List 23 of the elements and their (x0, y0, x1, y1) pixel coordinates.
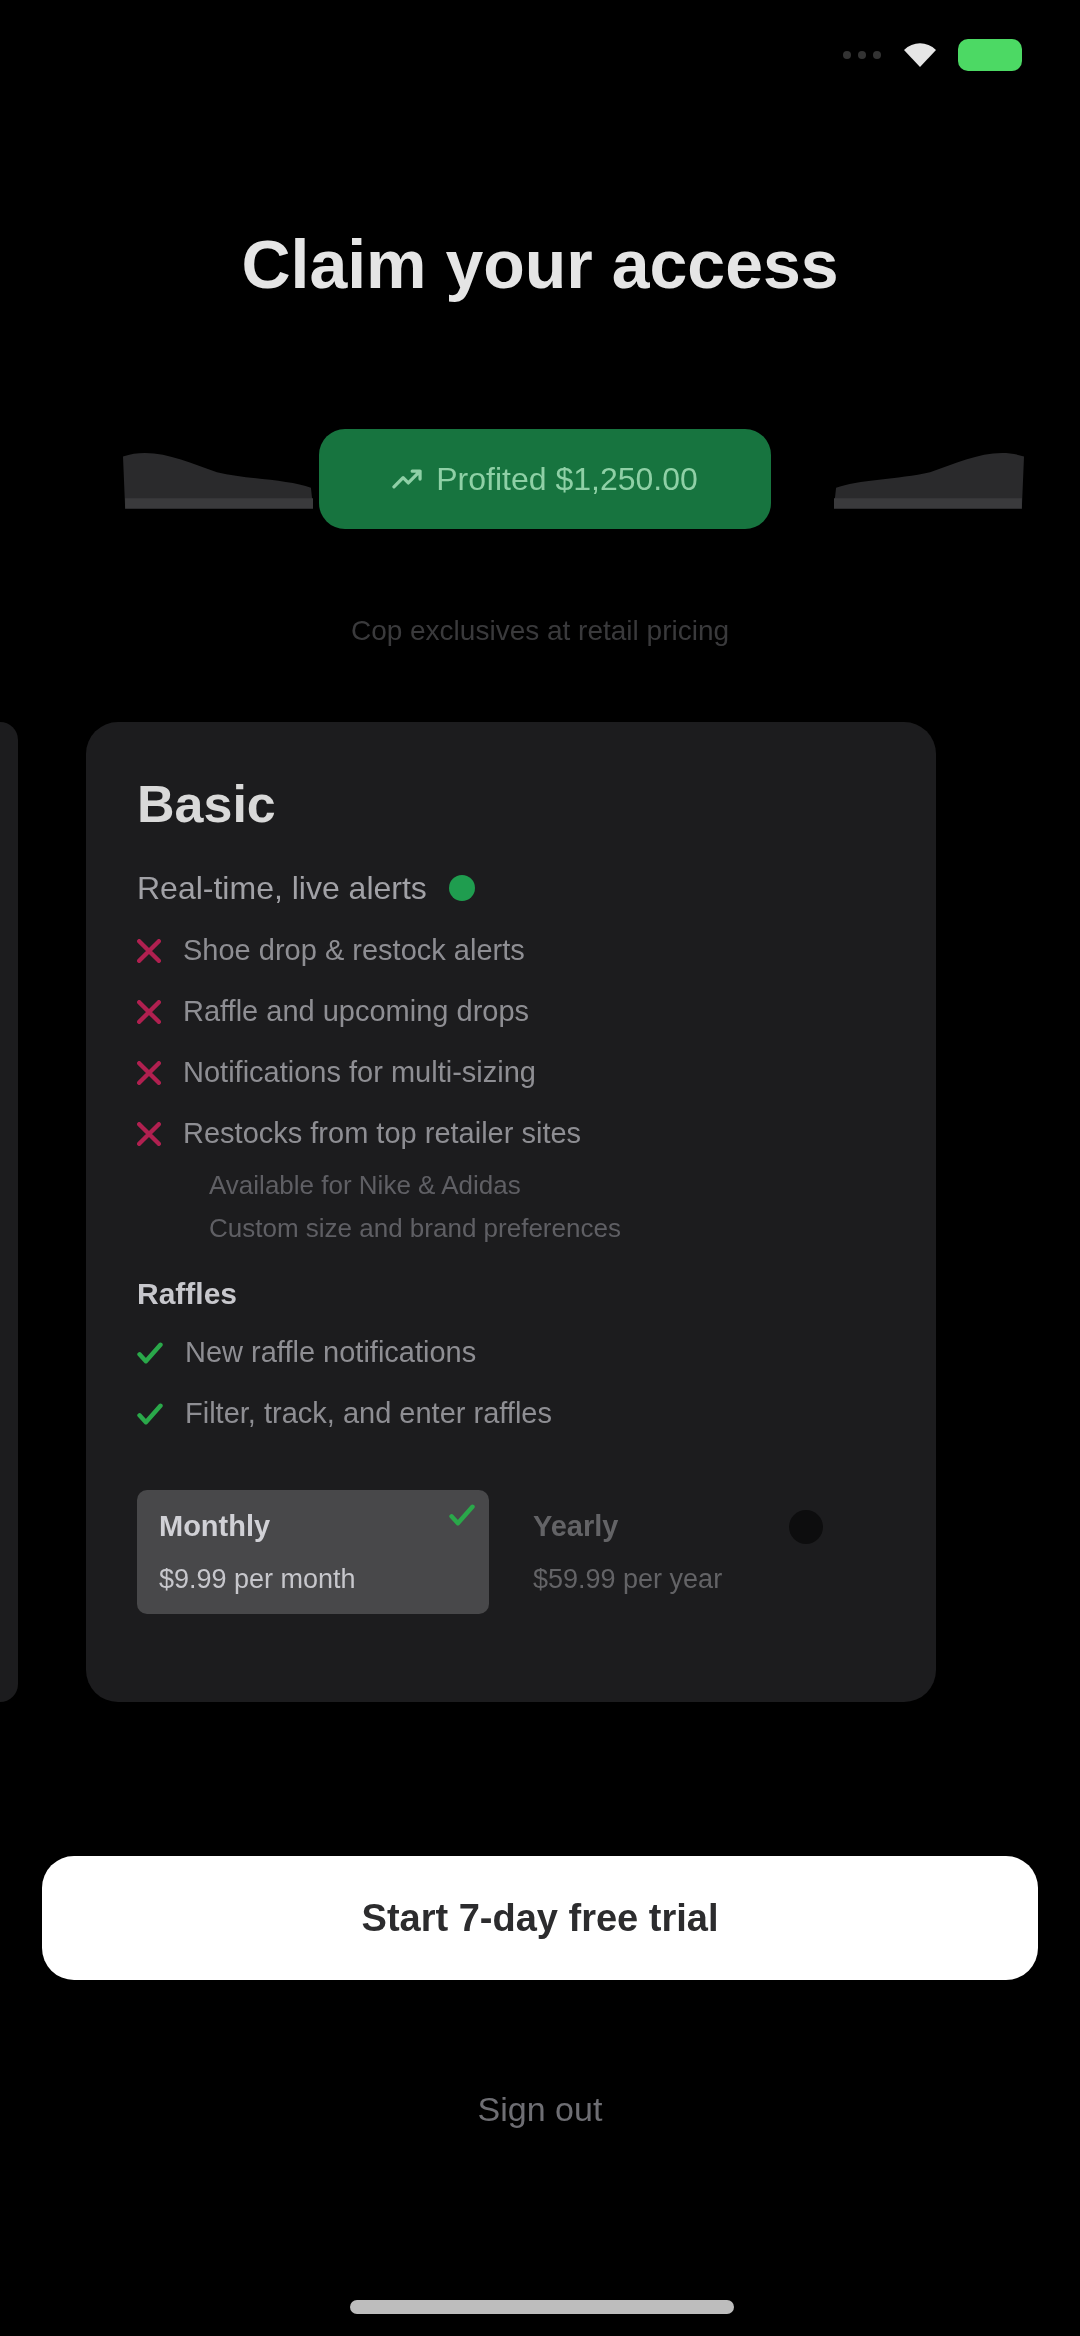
section-heading: Raffles (137, 1276, 238, 1312)
feature-text: New raffle notifications (185, 1334, 477, 1370)
check-icon (449, 1504, 475, 1526)
sign-out-link[interactable]: Sign out (477, 2084, 603, 2135)
feature-text: Raffle and upcoming drops (183, 993, 530, 1029)
wifi-icon (904, 43, 936, 67)
highlight-pill: Profited $1,250.00 (319, 429, 771, 529)
page-title: Claim your access (241, 225, 839, 304)
plan-tagline: Real-time, live alerts (137, 869, 427, 908)
battery-icon (958, 39, 1022, 71)
feature-note: Available for Nike & Adidas (209, 1169, 521, 1202)
feature-text: Restocks from top retailer sites (183, 1115, 582, 1151)
feature-text: Notifications for multi-sizing (183, 1054, 536, 1090)
feature-text: Filter, track, and enter raffles (185, 1395, 552, 1431)
plan-name: Basic (137, 774, 276, 834)
signal-icon (842, 50, 882, 60)
billing-option[interactable]: Monthly $9.99 per month (137, 1490, 489, 1614)
caption: Cop exclusives at retail pricing (350, 614, 730, 648)
feature-text: Shoe drop & restock alerts (183, 932, 525, 968)
live-indicator-icon (448, 875, 475, 901)
trend-up-icon (392, 469, 423, 489)
start-trial-button[interactable]: Start 7-day free trial (42, 1856, 1038, 1980)
feature-note: Custom size and brand preferences (209, 1212, 621, 1245)
